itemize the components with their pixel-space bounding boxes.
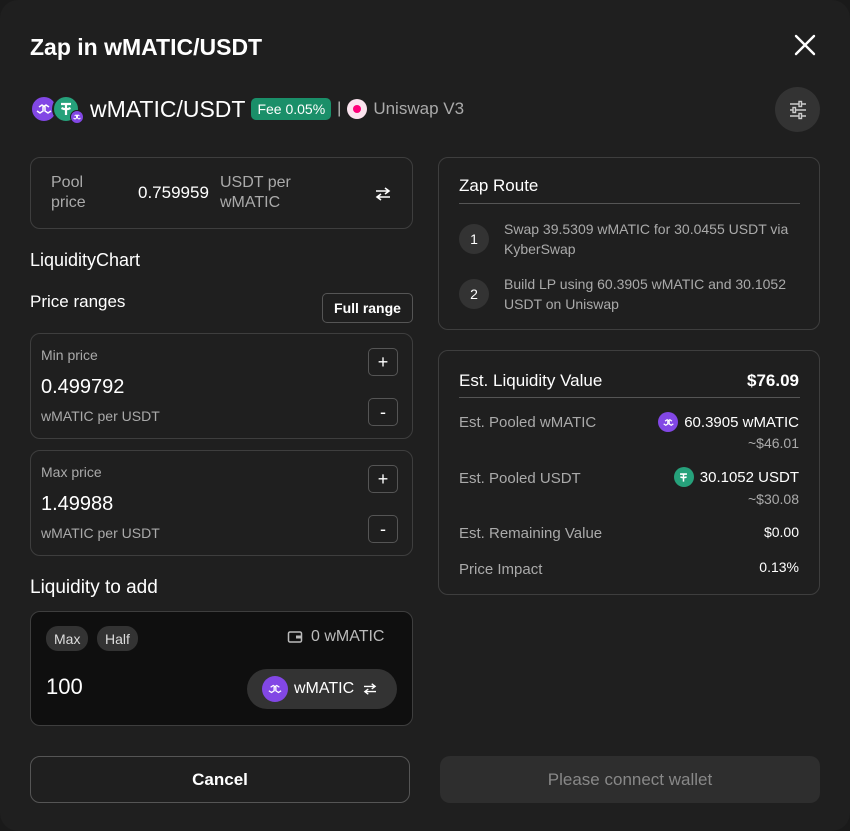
swap-arrows-icon bbox=[363, 683, 377, 695]
estimates-card: Est. Liquidity Value $76.09 Est. Pooled … bbox=[438, 350, 820, 595]
liquidity-chart-label: LiquidityChart bbox=[30, 250, 141, 270]
est-row-label: Est. Pooled wMATIC bbox=[459, 414, 597, 431]
protocol-name: Uniswap V3 bbox=[373, 99, 465, 118]
est-row-label: Price Impact bbox=[459, 561, 543, 578]
price-impact-value: 0.13% bbox=[759, 559, 799, 575]
step-text: Build LP using 60.3905 wMATIC and 30.105… bbox=[504, 276, 787, 312]
est-liquidity-total: $76.09 bbox=[747, 371, 799, 390]
swap-arrows-icon bbox=[375, 187, 391, 201]
divider bbox=[459, 397, 800, 398]
est-row-value: 30.1052 USDT bbox=[673, 467, 799, 487]
step-text: Swap 39.5309 wMATIC for 30.0455 USDT via… bbox=[504, 221, 789, 257]
divider bbox=[459, 203, 800, 204]
est-pooled-matic-value: 60.3905 wMATIC bbox=[684, 413, 799, 431]
close-icon bbox=[794, 34, 816, 56]
amount-input[interactable] bbox=[46, 674, 226, 700]
zap-modal: Zap in wMATIC/USDT wMATIC/USDT Fee 0.05%… bbox=[0, 0, 850, 831]
step-number: 1 bbox=[459, 224, 489, 254]
max-price-unit: wMATIC per USDT bbox=[41, 525, 160, 541]
balance-value: 0 wMATIC bbox=[311, 628, 385, 645]
est-row-sub: ~$30.08 bbox=[748, 491, 799, 507]
invert-price-button[interactable] bbox=[371, 183, 395, 205]
max-button[interactable]: Max bbox=[46, 626, 89, 651]
pool-price-value: 0.759959 bbox=[138, 183, 209, 202]
max-price-label: Max price bbox=[41, 464, 102, 480]
wallet-icon bbox=[287, 631, 303, 643]
pair-header: wMATIC/USDT Fee 0.05% | Uniswap V3 bbox=[30, 93, 464, 125]
max-price-value[interactable]: 1.49988 bbox=[41, 493, 113, 516]
price-ranges-label: Price ranges bbox=[30, 292, 126, 311]
max-price-decrease-button[interactable]: - bbox=[368, 515, 398, 543]
est-row-sub: ~$46.01 bbox=[748, 435, 799, 451]
pool-price-card: Pool price 0.759959 USDT per wMATIC bbox=[30, 157, 413, 229]
est-row-label: Est. Pooled USDT bbox=[459, 470, 581, 487]
matic-token-icon bbox=[658, 412, 679, 432]
separator: | bbox=[337, 100, 342, 117]
pair-name: wMATIC/USDT bbox=[90, 95, 246, 122]
half-button[interactable]: Half bbox=[97, 626, 138, 651]
liquidity-to-add-label: Liquidity to add bbox=[30, 577, 158, 598]
zap-route-card: Zap Route 1 Swap 39.5309 wMATIC for 30.0… bbox=[438, 157, 820, 330]
selected-token: wMATIC bbox=[294, 680, 355, 697]
matic-token-icon bbox=[262, 676, 288, 702]
close-button[interactable] bbox=[790, 30, 820, 60]
est-row-label: Est. Remaining Value bbox=[459, 525, 603, 542]
step-number: 2 bbox=[459, 279, 489, 309]
cancel-button[interactable]: Cancel bbox=[30, 756, 410, 803]
min-price-increase-button[interactable]: + bbox=[368, 348, 398, 376]
wallet-balance: 0 wMATIC bbox=[287, 628, 384, 646]
full-range-button[interactable]: Full range bbox=[322, 293, 413, 323]
est-remaining-value: $0.00 bbox=[763, 524, 799, 540]
chain-icon bbox=[70, 110, 84, 124]
usdt-token-icon bbox=[673, 467, 694, 487]
max-price-increase-button[interactable]: + bbox=[368, 465, 398, 493]
pool-price-label: Pool price bbox=[51, 174, 86, 211]
min-price-value[interactable]: 0.499792 bbox=[41, 376, 124, 399]
token-selector[interactable]: wMATIC bbox=[247, 669, 397, 709]
fee-badge: Fee 0.05% bbox=[251, 98, 332, 120]
uniswap-logo bbox=[347, 99, 368, 119]
min-price-decrease-button[interactable]: - bbox=[368, 398, 398, 426]
est-pooled-usdt-value: 30.1052 USDT bbox=[699, 468, 799, 486]
min-price-label: Min price bbox=[41, 347, 98, 363]
modal-title: Zap in wMATIC/USDT bbox=[30, 34, 263, 60]
min-price-card: Min price 0.499792 wMATIC per USDT + - bbox=[30, 333, 413, 439]
est-liquidity-title: Est. Liquidity Value bbox=[459, 371, 603, 390]
pool-price-unit: USDT per wMATIC bbox=[220, 174, 291, 211]
min-price-unit: wMATIC per USDT bbox=[41, 408, 160, 424]
connect-wallet-button[interactable]: Please connect wallet bbox=[440, 756, 820, 803]
max-price-card: Max price 1.49988 wMATIC per USDT + - bbox=[30, 450, 413, 556]
liquidity-input-card: Max Half 0 wMATIC wMATIC bbox=[30, 611, 413, 726]
settings-button[interactable] bbox=[775, 87, 820, 132]
est-row-value: 60.3905 wMATIC bbox=[658, 412, 799, 432]
zap-route-title: Zap Route bbox=[459, 176, 539, 195]
settings-sliders-icon bbox=[789, 100, 806, 119]
